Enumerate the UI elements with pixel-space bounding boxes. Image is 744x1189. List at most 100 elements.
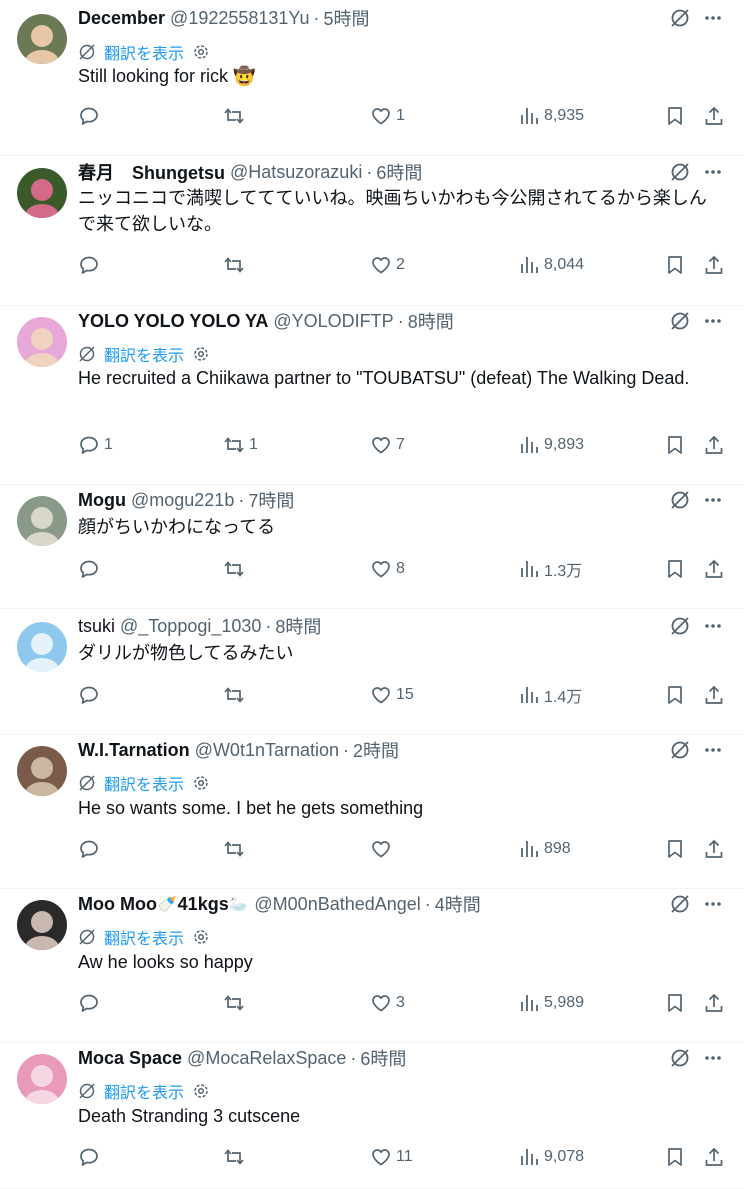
timestamp[interactable]: 2時間 <box>353 737 399 763</box>
user-handle[interactable]: @Hatsuzorazuki <box>230 162 362 183</box>
grok-icon[interactable] <box>669 1047 691 1069</box>
avatar[interactable] <box>17 746 67 796</box>
share-button[interactable] <box>703 683 725 707</box>
views-button[interactable]: 1.4万 <box>518 683 582 707</box>
tweet[interactable]: Moo Moo 🍼 41kgs 🦢 @M00nBathedAngel · 4時間 <box>0 889 744 1043</box>
share-button[interactable] <box>703 991 725 1015</box>
retweet-button[interactable] <box>223 683 249 707</box>
retweet-button[interactable] <box>223 253 249 277</box>
bookmark-button[interactable] <box>664 557 686 581</box>
gear-icon[interactable] <box>192 345 210 363</box>
user-handle[interactable]: @mogu221b <box>131 490 234 511</box>
avatar[interactable] <box>17 14 67 64</box>
user-handle[interactable]: @YOLODIFTP <box>273 311 393 332</box>
display-name[interactable]: Moca Space <box>78 1048 182 1069</box>
retweet-button[interactable] <box>223 991 249 1015</box>
tweet[interactable]: YOLO YOLO YOLO YA @YOLODIFTP · 8時間 翻訳を表示… <box>0 306 744 485</box>
translate-link[interactable]: 翻訳を表示 <box>78 40 210 64</box>
grok-icon[interactable] <box>669 739 691 761</box>
gear-icon[interactable] <box>192 928 210 946</box>
like-button[interactable]: 3 <box>370 991 405 1015</box>
grok-icon[interactable] <box>669 615 691 637</box>
views-button[interactable]: 9,078 <box>518 1145 584 1169</box>
display-name[interactable]: W.I.Tarnation <box>78 740 190 761</box>
retweet-button[interactable] <box>223 1145 249 1169</box>
bookmark-button[interactable] <box>664 991 686 1015</box>
gear-icon[interactable] <box>192 774 210 792</box>
display-name[interactable]: Moo Moo <box>78 894 157 915</box>
tweet[interactable]: Moca Space @MocaRelaxSpace · 6時間 翻訳を表示 D… <box>0 1043 744 1189</box>
share-button[interactable] <box>703 104 725 128</box>
grok-icon[interactable] <box>669 161 691 183</box>
bookmark-button[interactable] <box>664 683 686 707</box>
more-icon[interactable] <box>702 615 724 637</box>
timestamp[interactable]: 4時間 <box>435 891 481 917</box>
timestamp[interactable]: 8時間 <box>408 308 454 334</box>
reply-button[interactable]: 1 <box>78 433 113 457</box>
gear-icon[interactable] <box>192 43 210 61</box>
like-button[interactable]: 1 <box>370 104 405 128</box>
avatar[interactable] <box>17 168 67 218</box>
share-button[interactable] <box>703 253 725 277</box>
views-button[interactable]: 5,989 <box>518 991 584 1015</box>
tweet[interactable]: Mogu @mogu221b · 7時間 顔がちいかわになってる 8 1.3万 <box>0 485 744 609</box>
bookmark-button[interactable] <box>664 837 686 861</box>
reply-button[interactable] <box>78 991 104 1015</box>
timestamp[interactable]: 8時間 <box>275 613 321 639</box>
like-button[interactable]: 11 <box>370 1145 413 1169</box>
gear-icon[interactable] <box>192 1082 210 1100</box>
timestamp[interactable]: 6時間 <box>360 1045 406 1071</box>
grok-icon[interactable] <box>669 489 691 511</box>
display-name[interactable]: 春月 Shungetsu <box>78 159 225 185</box>
bookmark-button[interactable] <box>664 253 686 277</box>
more-icon[interactable] <box>702 893 724 915</box>
avatar[interactable] <box>17 900 67 950</box>
reply-button[interactable] <box>78 837 104 861</box>
retweet-button[interactable]: 1 <box>223 433 258 457</box>
grok-icon[interactable] <box>669 7 691 29</box>
like-button[interactable]: 7 <box>370 433 405 457</box>
avatar[interactable] <box>17 496 67 546</box>
tweet[interactable]: 春月 Shungetsu @Hatsuzorazuki · 6時間 ニッコニコで… <box>0 156 744 306</box>
user-handle[interactable]: @_Toppogi_1030 <box>120 616 261 637</box>
bookmark-button[interactable] <box>664 433 686 457</box>
grok-icon[interactable] <box>669 893 691 915</box>
display-name[interactable]: Mogu <box>78 490 126 511</box>
share-button[interactable] <box>703 837 725 861</box>
reply-button[interactable] <box>78 253 104 277</box>
views-button[interactable]: 1.3万 <box>518 557 582 581</box>
bookmark-button[interactable] <box>664 1145 686 1169</box>
share-button[interactable] <box>703 557 725 581</box>
retweet-button[interactable] <box>223 557 249 581</box>
user-handle[interactable]: @W0t1nTarnation <box>195 740 339 761</box>
like-button[interactable] <box>370 837 396 861</box>
reply-button[interactable] <box>78 1145 104 1169</box>
more-icon[interactable] <box>702 739 724 761</box>
translate-label[interactable]: 翻訳を表示 <box>104 925 184 949</box>
reply-button[interactable] <box>78 104 104 128</box>
views-button[interactable]: 9,893 <box>518 433 584 457</box>
more-icon[interactable] <box>702 161 724 183</box>
avatar[interactable] <box>17 1054 67 1104</box>
user-handle[interactable]: @1922558131Yu <box>170 8 309 29</box>
reply-button[interactable] <box>78 557 104 581</box>
timestamp[interactable]: 5時間 <box>323 5 369 31</box>
translate-link[interactable]: 翻訳を表示 <box>78 342 210 366</box>
more-icon[interactable] <box>702 489 724 511</box>
like-button[interactable]: 8 <box>370 557 405 581</box>
share-button[interactable] <box>703 433 725 457</box>
display-name[interactable]: YOLO YOLO YOLO YA <box>78 311 268 332</box>
translate-link[interactable]: 翻訳を表示 <box>78 1079 210 1103</box>
translate-label[interactable]: 翻訳を表示 <box>104 40 184 64</box>
display-name[interactable]: December <box>78 8 165 29</box>
reply-button[interactable] <box>78 683 104 707</box>
timestamp[interactable]: 7時間 <box>248 487 294 513</box>
translate-label[interactable]: 翻訳を表示 <box>104 342 184 366</box>
bookmark-button[interactable] <box>664 104 686 128</box>
avatar[interactable] <box>17 317 67 367</box>
display-name-suffix[interactable]: 41kgs <box>178 894 229 915</box>
views-button[interactable]: 8,044 <box>518 253 584 277</box>
tweet[interactable]: December @1922558131Yu · 5時間 翻訳を表示 Still… <box>0 0 744 156</box>
user-handle[interactable]: @M00nBathedAngel <box>254 894 420 915</box>
share-button[interactable] <box>703 1145 725 1169</box>
